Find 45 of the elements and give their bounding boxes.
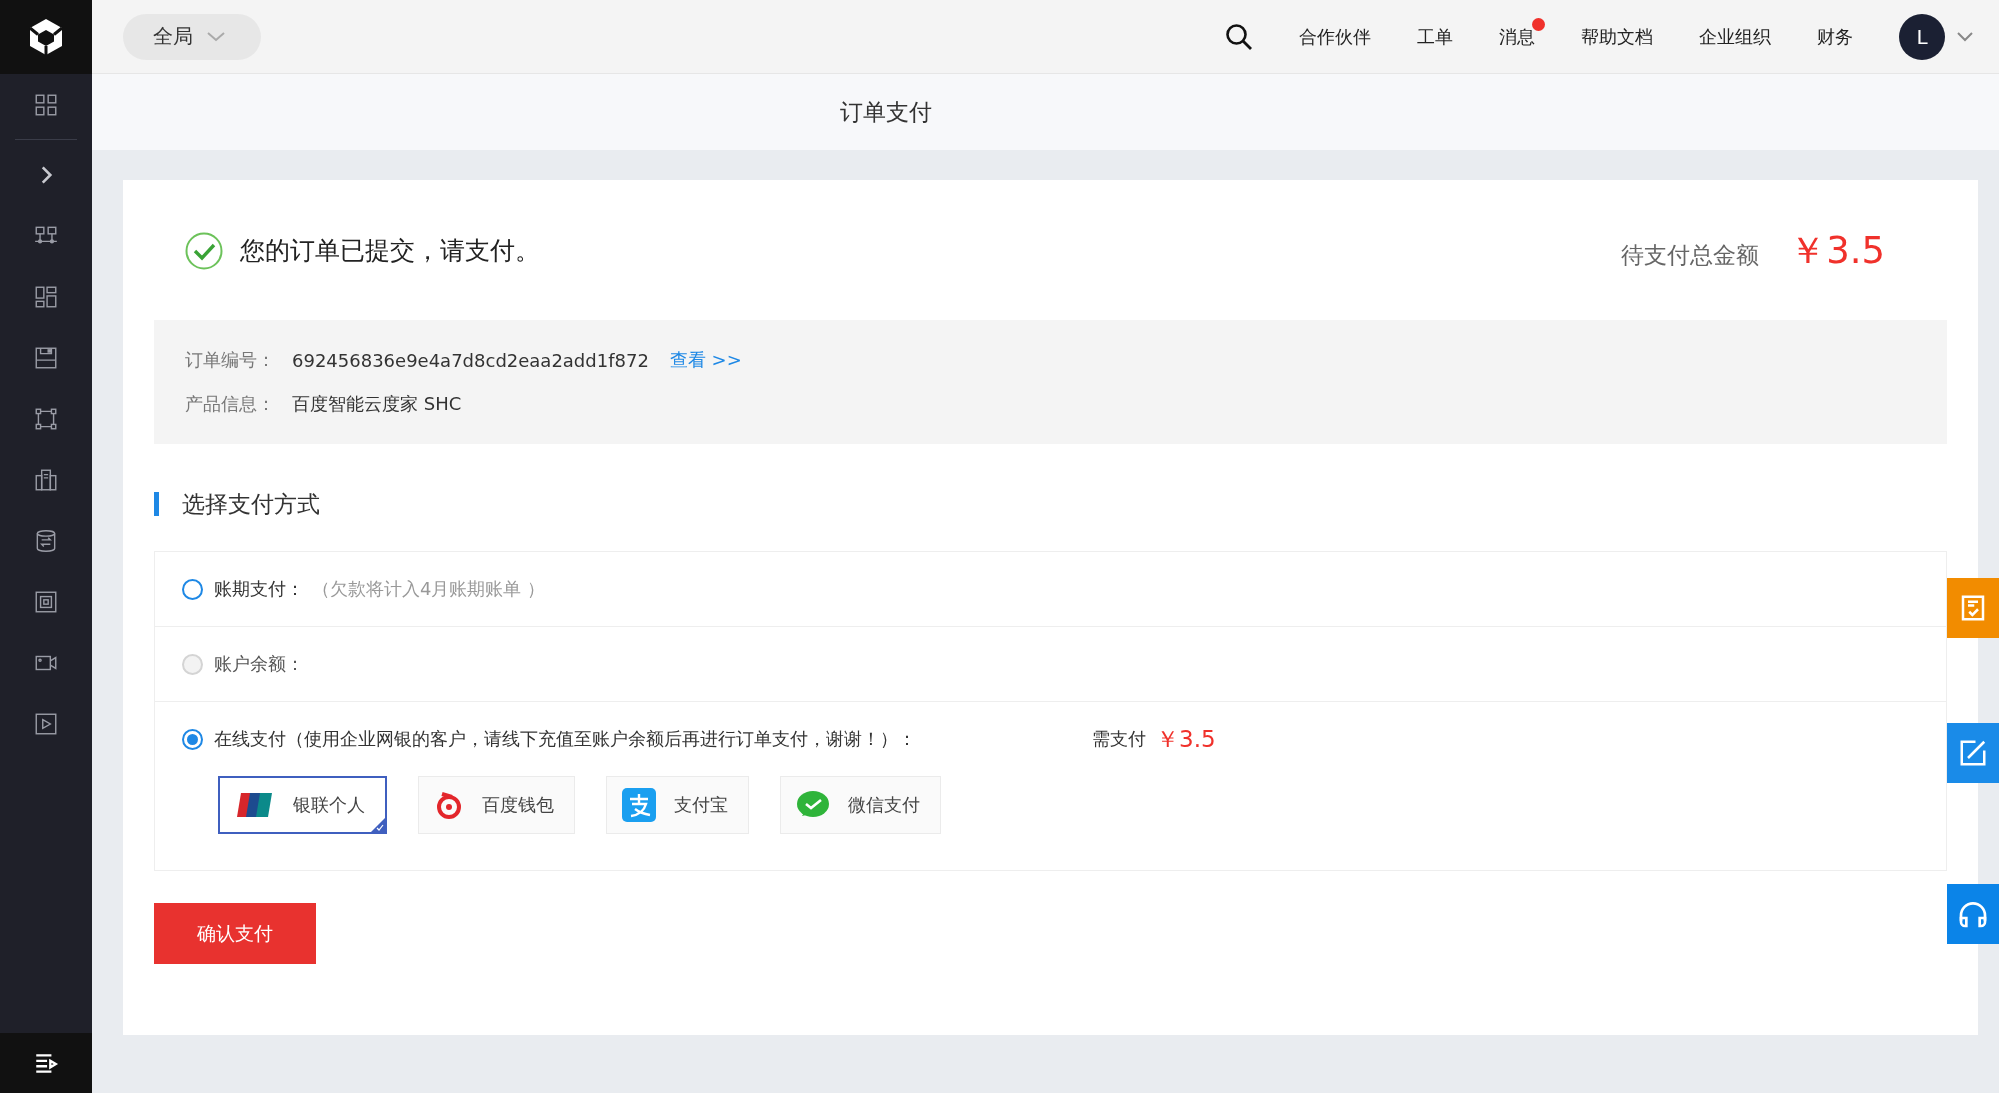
payment-channel-button[interactable]: 微信支付 xyxy=(780,776,941,834)
alipay-logo-icon xyxy=(622,788,656,822)
nav-link[interactable]: 企业组织 xyxy=(1699,24,1771,49)
radio-button[interactable] xyxy=(182,578,203,600)
payment-channel-button[interactable]: 支付宝 xyxy=(606,776,749,834)
section-title: 选择支付方式 xyxy=(182,489,320,519)
support-float-button[interactable] xyxy=(1947,884,1999,944)
nav-link[interactable]: 帮助文档 xyxy=(1581,24,1653,49)
info-value: 百度智能云度家 SHC xyxy=(292,392,462,416)
nav-link[interactable]: 消息 xyxy=(1499,17,1545,49)
edit-icon xyxy=(1958,738,1988,768)
nav-link[interactable]: 财务 xyxy=(1817,24,1853,49)
nav-link[interactable]: 合作伙伴 xyxy=(1299,24,1371,49)
scope-dropdown[interactable]: 全局 xyxy=(123,13,261,60)
option-label: 账户余额： xyxy=(214,652,304,676)
info-label: 产品信息： xyxy=(185,392,276,416)
corner-check-icon xyxy=(371,818,385,832)
info-value: 692456836e9e4a7d8cd2eaa2add1f872 xyxy=(292,349,649,371)
due-amount: ￥3.5 xyxy=(1156,724,1216,754)
page-title: 订单支付 xyxy=(840,97,932,127)
option-label: 在线支付（使用企业网银的客户，请线下充值至账户余额后再进行订单支付，谢谢！）： xyxy=(214,727,917,751)
confirm-payment-button[interactable]: 确认支付 xyxy=(154,903,316,964)
payment-channel-button[interactable]: 百度钱包 xyxy=(418,776,575,834)
nav-link[interactable]: 工单 xyxy=(1417,24,1453,49)
user-avatar[interactable]: L xyxy=(1899,13,1945,60)
payment-channel-button[interactable]: 银联个人 xyxy=(218,776,387,834)
section-accent-bar xyxy=(154,492,159,516)
swirl-logo-icon xyxy=(434,790,464,820)
chevron-down-icon xyxy=(207,31,225,42)
card-logo-icon xyxy=(235,791,275,819)
option-note: （欠款将计入4月账期账单 ） xyxy=(312,577,546,601)
option-label: 账期支付： xyxy=(214,577,304,601)
edit-float-button[interactable] xyxy=(1947,723,1999,783)
info-label: 订单编号： xyxy=(185,348,276,372)
checklist-float-button[interactable] xyxy=(1947,578,1999,638)
order-submitted-message: 您的订单已提交，请支付。 xyxy=(240,235,540,267)
due-label: 需支付 xyxy=(1092,727,1146,751)
total-amount: ￥3.5 xyxy=(1789,227,1885,274)
radio-button[interactable] xyxy=(182,728,203,750)
hexagon-logo-icon[interactable] xyxy=(28,17,64,57)
chat-bubble-logo-icon xyxy=(796,790,830,820)
total-label: 待支付总金额 xyxy=(1621,241,1760,270)
search-icon[interactable] xyxy=(1225,22,1253,51)
check-circle-icon xyxy=(185,231,223,270)
chevron-down-icon[interactable] xyxy=(1957,31,1973,42)
